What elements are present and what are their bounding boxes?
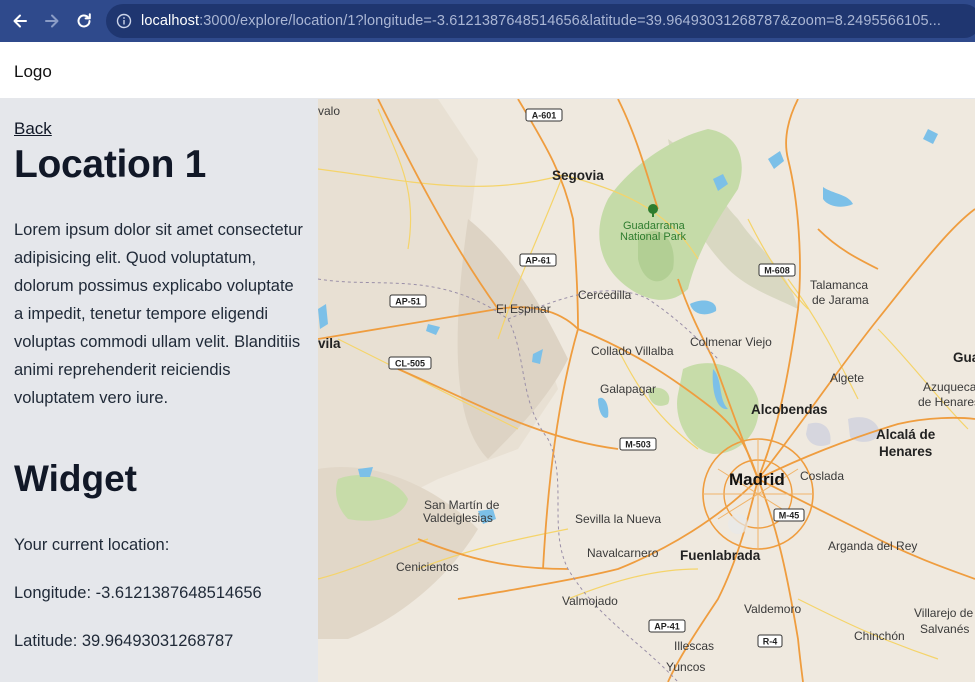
place-henares: Henares: [879, 444, 932, 459]
location-title: Location 1: [14, 143, 207, 186]
svg-text:A-601: A-601: [532, 111, 557, 121]
svg-text:AP-61: AP-61: [525, 256, 551, 266]
arrow-right-icon[interactable]: [39, 8, 65, 34]
place-valdemoro: Valdemoro: [744, 602, 801, 616]
svg-text:AP-51: AP-51: [395, 297, 421, 307]
place-cercedilla: Cercedilla: [578, 288, 632, 302]
logo[interactable]: Logo: [14, 62, 52, 82]
madrid-urban-area: [702, 438, 814, 550]
place-gua: Gua: [953, 350, 975, 365]
place-algete: Algete: [830, 371, 864, 385]
place-chinchon: Chinchón: [854, 629, 905, 643]
current-location-label: Your current location:: [14, 536, 170, 554]
place-segovia: Segovia: [552, 168, 604, 183]
place-illescas: Illescas: [674, 639, 714, 653]
place-collado-villalba: Collado Villalba: [591, 344, 674, 358]
place-coslada: Coslada: [800, 469, 844, 483]
location-description: Lorem ipsum dolor sit amet consectetur a…: [14, 221, 303, 407]
place-arganda-del-rey: Arganda del Rey: [828, 539, 917, 553]
svg-text:AP-41: AP-41: [654, 622, 680, 632]
arrow-left-icon[interactable]: [7, 8, 33, 34]
browser-toolbar: localhost:3000/explore/location/1?longit…: [0, 0, 975, 42]
reload-icon[interactable]: [71, 8, 97, 34]
place-el-espinar: El Espinar: [496, 302, 551, 316]
place-alcala: Alcalá de: [876, 427, 936, 442]
place-galapagar: Galapagar: [600, 382, 656, 396]
app-header: Logo: [0, 42, 975, 99]
place-avila: vila: [318, 336, 341, 351]
place-fuenlabrada: Fuenlabrada: [680, 548, 761, 563]
place-sevilla-la-nueva: Sevilla la Nueva: [575, 512, 661, 526]
place-de-henares: de Henares: [918, 395, 975, 409]
road-shield-ap51: AP-51: [389, 294, 427, 308]
back-link[interactable]: Back: [14, 119, 52, 139]
place-alcobendas: Alcobendas: [751, 402, 828, 417]
road-shield-m608: M-608: [758, 263, 796, 277]
map-canvas[interactable]: A-601 AP-61 M-608 AP-51 CL-505 M-503 M-4…: [318, 99, 975, 682]
road-shield-m503: M-503: [619, 437, 657, 451]
widget-title: Widget: [14, 458, 137, 499]
road-shield-m45: M-45: [773, 508, 805, 522]
road-shield-cl505: CL-505: [388, 356, 432, 370]
place-valmojado: Valmojado: [562, 594, 618, 608]
road-shield-r4: R-4: [757, 634, 783, 648]
place-azuqueca: Azuqueca: [923, 380, 975, 394]
url-text: localhost:3000/explore/location/1?longit…: [141, 13, 941, 29]
place-madrid: Madrid: [729, 470, 785, 489]
place-valo: valo: [318, 104, 340, 118]
place-yuncos: Yuncos: [666, 660, 705, 674]
svg-text:R-4: R-4: [763, 637, 778, 647]
place-salvanes: Salvanés: [920, 622, 969, 636]
road-shield-ap61: AP-61: [519, 253, 557, 267]
place-cenicientos: Cenicientos: [396, 560, 459, 574]
info-icon[interactable]: [116, 13, 132, 29]
place-san-martin: San Martín de: [424, 498, 500, 512]
place-colmenar-viejo: Colmenar Viejo: [690, 335, 772, 349]
longitude-value: Longitude: -3.6121387648514656: [14, 584, 262, 602]
latitude-value: Latitude: 39.96493031268787: [14, 632, 234, 650]
map-graphic: A-601 AP-61 M-608 AP-51 CL-505 M-503 M-4…: [318, 99, 975, 682]
road-shield-ap41: AP-41: [648, 619, 686, 633]
svg-text:CL-505: CL-505: [395, 359, 425, 369]
address-bar[interactable]: localhost:3000/explore/location/1?longit…: [106, 4, 975, 38]
svg-text:M-45: M-45: [779, 511, 800, 521]
place-villarejo: Villarejo de: [914, 606, 973, 620]
place-talamanca: Talamanca: [810, 278, 868, 292]
place-valdeiglesias: Valdeiglesias: [423, 511, 493, 525]
place-national-park: National Park: [620, 231, 687, 243]
svg-text:M-503: M-503: [625, 440, 651, 450]
url-path: :3000/explore/location/1?longitude=-3.61…: [199, 13, 942, 29]
sidebar: Back Location 1 Lorem ipsum dolor sit am…: [0, 99, 318, 682]
url-host: localhost: [141, 13, 200, 29]
road-shield-a601: A-601: [525, 108, 563, 122]
place-de-jarama: de Jarama: [812, 293, 869, 307]
svg-text:M-608: M-608: [764, 266, 790, 276]
place-navalcarnero: Navalcarnero: [587, 546, 659, 560]
